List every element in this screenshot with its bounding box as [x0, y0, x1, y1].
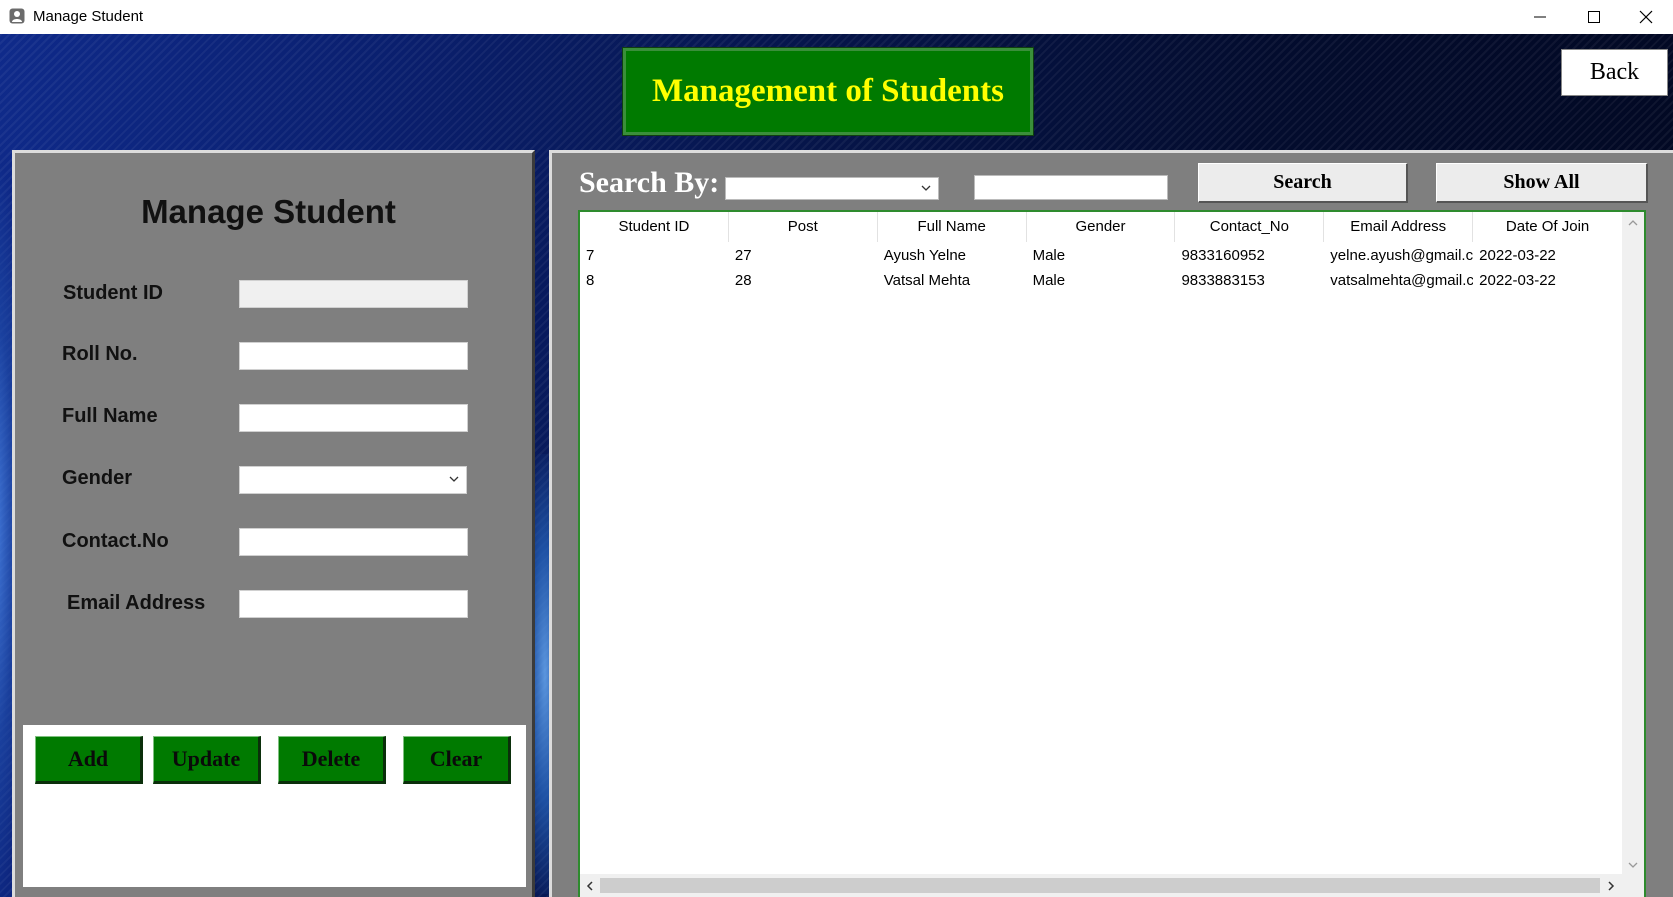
table-row[interactable]: 7 27 Ayush Yelne Male 9833160952 yelne.a… — [580, 243, 1622, 268]
full-name-label: Full Name — [62, 405, 158, 427]
update-button[interactable]: Update — [153, 736, 261, 784]
column-header-student-id[interactable]: Student ID — [580, 212, 729, 242]
minimize-button[interactable] — [1513, 0, 1567, 34]
page-title: Management of Students — [652, 73, 1004, 109]
clear-button[interactable]: Clear — [403, 736, 511, 784]
delete-button[interactable]: Delete — [278, 736, 386, 784]
cell-date-of-join: 2022-03-22 — [1479, 247, 1556, 264]
cell-full-name: Vatsal Mehta — [883, 272, 971, 289]
student-table: Student ID Post Full Name Gender Contact… — [578, 210, 1646, 897]
contact-no-field[interactable] — [239, 528, 468, 556]
cell-gender: Male — [1032, 247, 1066, 264]
student-list-panel: Search By: Search Show All Student ID Po… — [549, 150, 1673, 897]
email-label: Email Address — [67, 592, 206, 614]
contact-no-label: Contact.No — [62, 530, 169, 552]
email-field[interactable] — [239, 590, 468, 618]
column-header-gender[interactable]: Gender — [1027, 212, 1176, 242]
chevron-up-icon[interactable] — [1627, 218, 1639, 228]
roll-no-field[interactable] — [239, 342, 468, 370]
horizontal-scroll-thumb[interactable] — [600, 878, 1600, 893]
table-header: Student ID Post Full Name Gender Contact… — [580, 212, 1622, 242]
search-button[interactable]: Search — [1198, 163, 1408, 203]
column-header-email[interactable]: Email Address — [1324, 212, 1474, 242]
roll-no-label: Roll No. — [62, 343, 138, 365]
app-user-icon — [9, 8, 25, 24]
back-button[interactable]: Back — [1561, 49, 1668, 96]
full-name-field[interactable] — [239, 404, 468, 432]
table-row[interactable]: 8 28 Vatsal Mehta Male 9833883153 vatsal… — [580, 268, 1622, 293]
scrollbar-corner — [1622, 874, 1644, 897]
cell-email: vatsalmehta@gmail.c — [1330, 272, 1474, 289]
add-button[interactable]: Add — [35, 736, 143, 784]
cell-student-id: 8 — [586, 272, 595, 289]
cell-contact-no: 9833883153 — [1181, 272, 1265, 289]
chevron-right-icon[interactable] — [1606, 880, 1616, 892]
column-header-contact-no[interactable]: Contact_No — [1175, 212, 1325, 242]
cell-post: 28 — [734, 272, 752, 289]
search-by-select[interactable] — [725, 177, 939, 200]
search-input[interactable] — [974, 175, 1168, 200]
window-title: Manage Student — [33, 8, 144, 25]
vertical-scrollbar[interactable] — [1622, 212, 1644, 876]
gender-label: Gender — [62, 467, 133, 489]
window-titlebar: Manage Student — [0, 0, 1673, 34]
student-id-label: Student ID — [63, 282, 163, 304]
maximize-button[interactable] — [1567, 0, 1621, 34]
chevron-down-icon[interactable] — [1627, 860, 1639, 870]
cell-contact-no: 9833160952 — [1181, 247, 1265, 264]
close-button[interactable] — [1619, 0, 1673, 34]
minimize-icon — [1534, 16, 1546, 18]
close-icon — [1639, 10, 1653, 24]
cell-email: yelne.ayush@gmail.c — [1330, 247, 1474, 264]
cell-gender: Male — [1032, 272, 1066, 289]
show-all-button[interactable]: Show All — [1436, 163, 1648, 203]
cell-full-name: Ayush Yelne — [883, 247, 967, 264]
cell-post: 27 — [734, 247, 752, 264]
column-header-post[interactable]: Post — [729, 212, 878, 242]
chevron-down-icon — [921, 185, 931, 191]
maximize-icon — [1588, 11, 1600, 23]
horizontal-scrollbar[interactable] — [580, 874, 1622, 897]
cell-student-id: 7 — [586, 247, 595, 264]
chevron-left-icon[interactable] — [585, 880, 595, 892]
student-id-field[interactable] — [239, 280, 468, 308]
form-button-area: Add Update Delete Clear — [23, 725, 526, 887]
page-title-banner: Management of Students — [623, 48, 1033, 135]
cell-date-of-join: 2022-03-22 — [1479, 272, 1556, 289]
gender-select[interactable] — [239, 466, 467, 494]
chevron-down-icon — [449, 476, 459, 482]
column-header-date-of-join[interactable]: Date Of Join — [1473, 212, 1622, 242]
form-heading: Manage Student — [141, 193, 396, 230]
search-by-label: Search By: — [579, 166, 720, 199]
column-header-full-name[interactable]: Full Name — [878, 212, 1027, 242]
manage-student-form-panel: Manage Student Student ID Roll No. Full … — [12, 150, 535, 897]
